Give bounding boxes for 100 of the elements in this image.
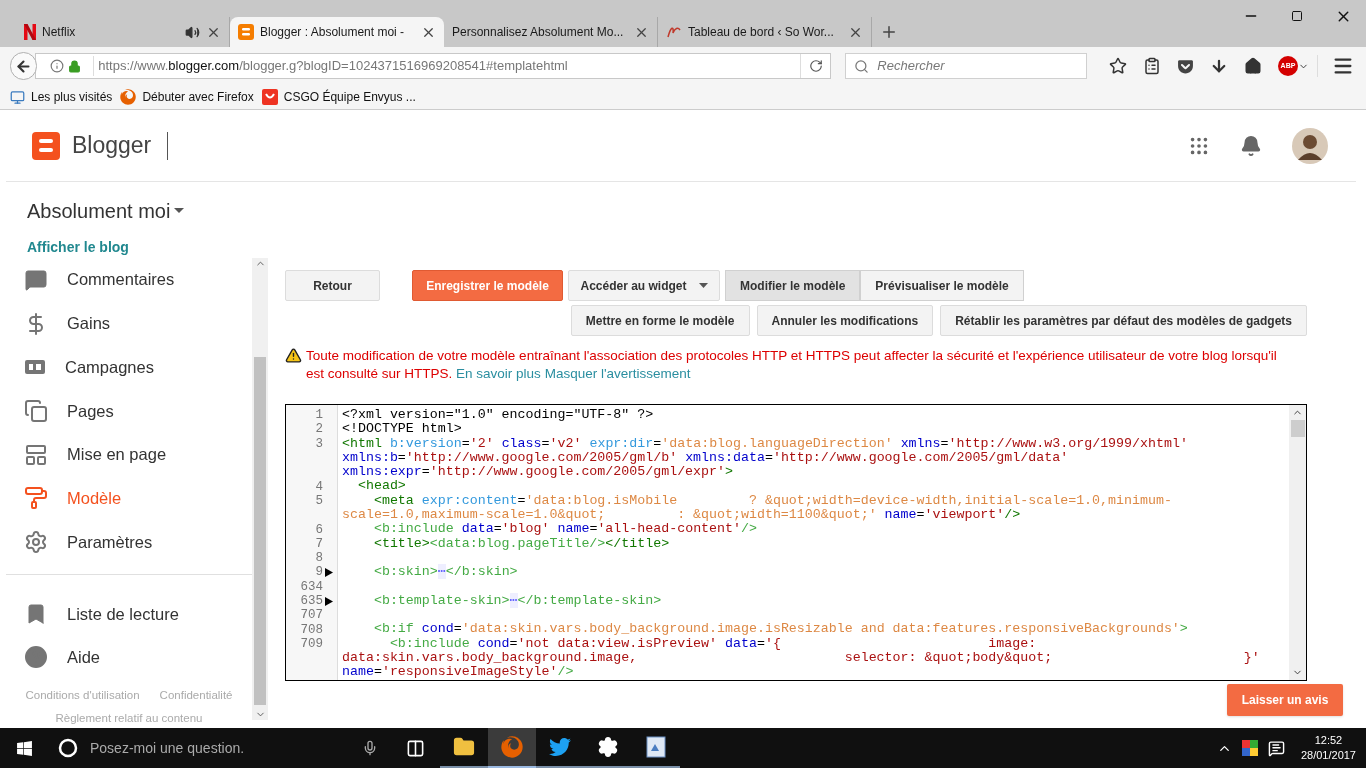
code-line: <b:skin>⋯</b:skin> [372,565,518,580]
line-number: 709 [300,636,323,651]
code-line: <meta expr:content='data:blog.isMobile ? &quot;width=device-width,initial-scale=1.0,minimum- [372,493,1172,509]
cortana-search-field[interactable]: Posez-moi une question. [48,728,390,768]
view-blog-link[interactable]: Afficher le blog [27,237,268,258]
code-line: xmlns:b='http://www.google.com/2005/gml/b' xmlns:data='http://www.google.com/2005/gml/data' [342,450,1069,466]
tray-app-icon[interactable] [1241,740,1258,756]
sidebar-item[interactable]: Paramètres [6,520,252,564]
settings-icon[interactable] [597,736,619,758]
lock-icon[interactable] [68,59,82,73]
speaker-icon[interactable] [185,24,200,40]
line-number: 635 [300,594,323,608]
back-arrow-icon [15,57,33,75]
url-text: https://www.blogger.com/blogger.g?blogID=1024371516969208541#templatehtml [93,56,797,76]
sidebar-item[interactable]: Gains [6,301,252,346]
line-number: 9 [315,565,323,580]
url-field[interactable]: https://www.blogger.com/blogger.g?blogID=1024371516969208541#templatehtml [35,53,832,79]
line-number: 634 [300,579,323,594]
home-icon[interactable] [1244,57,1262,75]
tab-title: Tableau de bord ‹ So Wor... [688,24,835,41]
code-editor[interactable] [285,404,1307,681]
line-number: 3 [315,436,323,451]
clock-time[interactable]: 12:52 [1314,733,1343,748]
template-action-button[interactable]: Rétablir les paramètres par défaut des modèles de gadgets [940,305,1307,336]
reading-list-icon[interactable] [1143,57,1161,75]
line-number: 1 [315,408,323,423]
bookmark-item[interactable]: Débuter avec Firefox [120,88,254,106]
code-line: <?xml version="1.0" encoding="UTF-8" ?> [342,408,654,423]
line-number: 6 [315,522,323,537]
scrollbar-thumb[interactable] [1290,420,1305,437]
shop-icon [261,89,278,105]
tab-title: Personnalisez Absolument Mo... [452,24,625,41]
caret-icon [698,283,708,288]
tab-title: Blogger : Absolument moi - [260,24,406,41]
widget-dropdown[interactable]: Accéder au widget [568,270,720,301]
pages-icon [24,398,48,423]
maximize-icon[interactable] [1291,10,1303,22]
warning-icon [285,347,302,364]
microphone-icon[interactable] [362,740,378,756]
search-icon [854,58,870,74]
sidebar-item[interactable]: Mise en page [6,432,252,477]
avatar[interactable] [1292,127,1328,164]
back-button[interactable] [10,52,38,80]
pocket-icon[interactable] [1177,57,1194,75]
sidebar-item[interactable]: Campagnes [6,345,252,390]
warning-message: Toute modification de votre modèle entraînant l'association des protocoles HTTP et HTTPS peut affecter la sécurité et l'expérience utilisateur de votre blog lorsqu'il est consulté sur HTTPS. En savoir plus Masquer l'avertissement [306,347,1278,383]
line-number: 708 [300,622,323,637]
settings-icon [24,529,48,554]
sidebar-item[interactable]: Commentaires [6,258,252,302]
sidebar-item[interactable]: Aide [6,635,252,679]
fold-arrow-icon[interactable] [325,596,333,606]
reload-icon[interactable] [808,59,823,73]
code-line: <b:include cond='not data:view.isPreview' data='{ image: [388,636,1037,652]
code-line: <html b:version='2' class='v2' expr:dir='data:blog.languageDirection' xmlns='http://www.w3.org/1999/xhtml' [342,436,1188,451]
scrollbar[interactable] [252,258,268,720]
blogger-logo-text: Blogger [72,131,152,161]
template-action-button[interactable]: Mettre en forme le modèle [570,305,750,336]
code-line: <head> [356,479,406,494]
code-line: <!DOCTYPE html> [342,422,462,437]
firefox-icon[interactable] [501,736,523,758]
scrollbar-thumb[interactable] [254,357,266,705]
line-number: 2 [315,422,323,437]
blogger-logo-icon [32,131,60,160]
search-field[interactable]: Rechercher [845,53,1087,79]
bookmark-item[interactable]: Les plus visités [10,88,113,106]
back-button[interactable]: Retour [285,270,380,301]
task-view-icon[interactable] [405,738,425,758]
windows-start-icon[interactable] [15,739,33,757]
layout-icon [24,442,48,467]
info-icon[interactable] [50,59,65,73]
caret-icon[interactable] [174,208,185,214]
code-line: <b:include data='blog' name='all-head-content'/> [372,522,757,537]
fold-arrow-icon[interactable] [325,567,333,577]
tab-title: Netflix [42,24,77,41]
warning-link[interactable]: En savoir plus [456,366,541,381]
editor-tab[interactable]: Modifier le modèle [725,270,861,301]
line-number: 7 [315,536,323,551]
scrollbar[interactable] [1289,405,1306,680]
sidebar-item[interactable]: Pages [6,389,252,433]
warning-link[interactable]: Masquer l'avertissement [544,366,691,381]
sidebar-item[interactable]: Liste de lecture [6,592,252,636]
bird-icon[interactable] [549,736,571,758]
comment-icon [24,267,48,292]
clock-date[interactable]: 28/01/2017 [1300,748,1356,763]
line-number: 8 [315,551,323,566]
code-line: <title><data:blog.pageTitle/></title> [372,536,670,551]
search-input[interactable]: Rechercher [877,56,1078,76]
notifications-icon[interactable] [1267,739,1285,757]
bookmark-item[interactable]: CSGO Équipe Envyus ... [261,88,416,106]
code-line: xmlns:expr='http://www.google.com/2005/gml/expr'> [342,465,733,480]
template-action-button[interactable]: Annuler les modifications [756,305,934,336]
new-tab-icon[interactable] [880,23,898,41]
code-line: name='responsiveImageStyle'/> [342,665,574,680]
bookmark-star-icon[interactable] [1109,57,1127,75]
download-icon[interactable] [1210,57,1228,75]
blog-title[interactable]: Absolument moi [27,196,171,226]
browser-tab[interactable]: Blogger : Absolument moi - [230,17,444,47]
editor-tab[interactable]: Prévisualiser le modèle [860,270,1024,301]
document-icon[interactable] [646,736,666,758]
menu-icon[interactable] [1332,55,1354,77]
